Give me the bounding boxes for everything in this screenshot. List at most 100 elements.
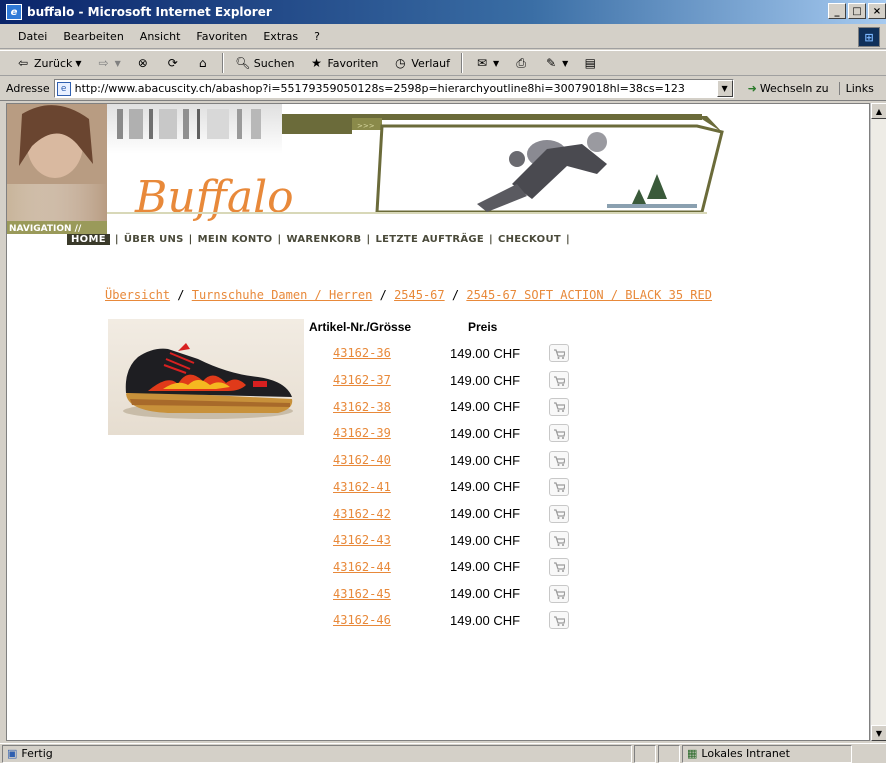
home-icon: ⌂: [198, 56, 207, 70]
discuss-button[interactable]: ▤: [577, 52, 603, 74]
cart-icon[interactable]: [549, 397, 569, 416]
minimize-button[interactable]: _: [828, 3, 846, 19]
breadcrumb-separator: /: [177, 288, 185, 302]
skater-figure: [477, 132, 607, 212]
home-button[interactable]: ⌂: [190, 52, 216, 74]
breadcrumb-product[interactable]: 2545-67 SOFT ACTION / BLACK 35 RED: [466, 288, 712, 302]
address-url: http://www.abacuscity.ch/abashop?i=55179…: [74, 82, 685, 95]
scroll-down-icon[interactable]: ▼: [871, 725, 886, 741]
table-row: 43162-41 149.00 CHF: [7, 474, 869, 501]
vertical-scrollbar[interactable]: ▲ ▼: [870, 103, 886, 741]
menu-bearbeiten[interactable]: Bearbeiten: [55, 30, 131, 43]
address-input[interactable]: e http://www.abacuscity.ch/abashop?i=551…: [53, 79, 734, 98]
nav-checkout[interactable]: CHECKOUT: [498, 234, 561, 245]
breadcrumb-model[interactable]: 2545-67: [394, 288, 445, 302]
menu-favoriten[interactable]: Favoriten: [188, 30, 255, 43]
nav-ueber-uns[interactable]: ÜBER UNS: [124, 234, 184, 245]
table-row: 43162-40 149.00 CHF: [7, 447, 869, 474]
cart-icon[interactable]: [549, 504, 569, 523]
dropdown-arrow-icon[interactable]: ▼: [115, 59, 121, 68]
svg-text:>>>: >>>: [357, 122, 375, 130]
cart-icon[interactable]: [549, 611, 569, 630]
print-button[interactable]: ⎙: [508, 52, 534, 74]
go-arrow-icon: ➜: [747, 82, 757, 95]
mail-button[interactable]: ✉ ▼: [469, 52, 504, 74]
favorites-button[interactable]: ★ Favoriten: [303, 52, 383, 74]
cart-icon[interactable]: [549, 424, 569, 443]
nav-letzte-auftraege[interactable]: LETZTE AUFTRÄGE: [375, 234, 484, 245]
menu-help[interactable]: ?: [306, 30, 328, 43]
menu-datei[interactable]: Datei: [10, 30, 55, 43]
forward-button[interactable]: ⇨ ▼: [91, 52, 126, 74]
menu-ansicht[interactable]: Ansicht: [132, 30, 189, 43]
column-header-article: Artikel-Nr./Grösse: [309, 320, 412, 334]
breadcrumb-category[interactable]: Turnschuhe Damen / Herren: [192, 288, 373, 302]
forward-arrow-icon: ⇨: [98, 56, 109, 70]
title-bar: e buffalo - Microsoft Internet Explorer …: [0, 0, 886, 24]
status-bar: ▣ Fertig ▦ Lokales Intranet: [0, 743, 886, 763]
cart-icon[interactable]: [549, 477, 569, 496]
favorites-label: Favoriten: [327, 56, 379, 70]
cart-icon[interactable]: [549, 557, 569, 576]
article-link[interactable]: 43162-36: [333, 346, 391, 360]
article-link[interactable]: 43162-45: [333, 587, 391, 601]
table-row: 43162-44 149.00 CHF: [7, 554, 869, 581]
dropdown-arrow-icon[interactable]: ▼: [75, 59, 81, 68]
cart-icon[interactable]: [549, 451, 569, 470]
history-icon: ◷: [395, 56, 406, 70]
refresh-button[interactable]: ⟳: [160, 52, 186, 74]
cart-icon[interactable]: [549, 371, 569, 390]
close-button[interactable]: ×: [868, 3, 886, 19]
stop-button[interactable]: ⊗: [130, 52, 156, 74]
breadcrumb-overview[interactable]: Übersicht: [105, 288, 170, 302]
address-label: Adresse: [6, 82, 50, 95]
address-dropdown-icon[interactable]: ▼: [716, 80, 733, 97]
article-link[interactable]: 43162-44: [333, 560, 391, 574]
menu-extras[interactable]: Extras: [255, 30, 306, 43]
cart-icon[interactable]: [549, 531, 569, 550]
search-button[interactable]: 🔍︎ Suchen: [230, 52, 300, 74]
article-link[interactable]: 43162-37: [333, 373, 391, 387]
price-value: 149.00 CHF: [450, 452, 521, 468]
table-row: 43162-39 149.00 CHF: [7, 420, 869, 447]
history-button[interactable]: ◷ Verlauf: [387, 52, 455, 74]
dropdown-arrow-icon: ▼: [562, 58, 569, 68]
status-cell: [658, 744, 680, 763]
price-value: 149.00 CHF: [450, 399, 521, 415]
go-button[interactable]: ➜ Wechseln zu: [748, 82, 829, 95]
main-nav: HOME | ÜBER UNS | MEIN KONTO | WARENKORB | LETZT…: [67, 234, 575, 245]
maximize-button[interactable]: □: [848, 3, 866, 19]
zone-text: Lokales Intranet: [701, 747, 790, 760]
table-row: 43162-46 149.00 CHF: [7, 607, 869, 634]
breadcrumb: Übersicht / Turnschuhe Damen / Herren / …: [105, 288, 712, 302]
page-icon: e: [56, 81, 71, 96]
price-value: 149.00 CHF: [450, 425, 521, 441]
ie-app-icon: e: [6, 4, 22, 20]
cart-icon[interactable]: [549, 584, 569, 603]
breadcrumb-separator: /: [451, 288, 460, 302]
nav-mein-konto[interactable]: MEIN KONTO: [198, 234, 273, 245]
history-label: Verlauf: [411, 56, 450, 70]
page-done-icon: ▣: [7, 747, 18, 760]
scroll-up-icon[interactable]: ▲: [871, 103, 886, 119]
intranet-icon: ▦: [687, 747, 698, 760]
article-link[interactable]: 43162-39: [333, 426, 391, 440]
article-link[interactable]: 43162-41: [333, 480, 391, 494]
cart-icon[interactable]: [549, 344, 569, 363]
dropdown-arrow-icon: ▼: [493, 58, 500, 68]
nav-home[interactable]: HOME: [67, 234, 110, 245]
nav-warenkorb[interactable]: WARENKORB: [286, 234, 361, 245]
go-label: Wechseln zu: [759, 82, 829, 95]
links-button[interactable]: Links: [838, 82, 874, 95]
price-value: 149.00 CHF: [450, 506, 521, 522]
article-link[interactable]: 43162-43: [333, 533, 391, 547]
price-value: 149.00 CHF: [450, 586, 521, 602]
article-link[interactable]: 43162-38: [333, 400, 391, 414]
article-link[interactable]: 43162-40: [333, 453, 391, 467]
toolbar-separator: [461, 53, 463, 73]
edit-button[interactable]: ✎ ▼: [538, 52, 573, 74]
back-button[interactable]: ⇦ Zurück ▼: [10, 52, 87, 74]
article-link[interactable]: 43162-42: [333, 507, 391, 521]
article-link[interactable]: 43162-46: [333, 613, 391, 627]
table-row: 43162-37 149.00 CHF: [7, 367, 869, 394]
